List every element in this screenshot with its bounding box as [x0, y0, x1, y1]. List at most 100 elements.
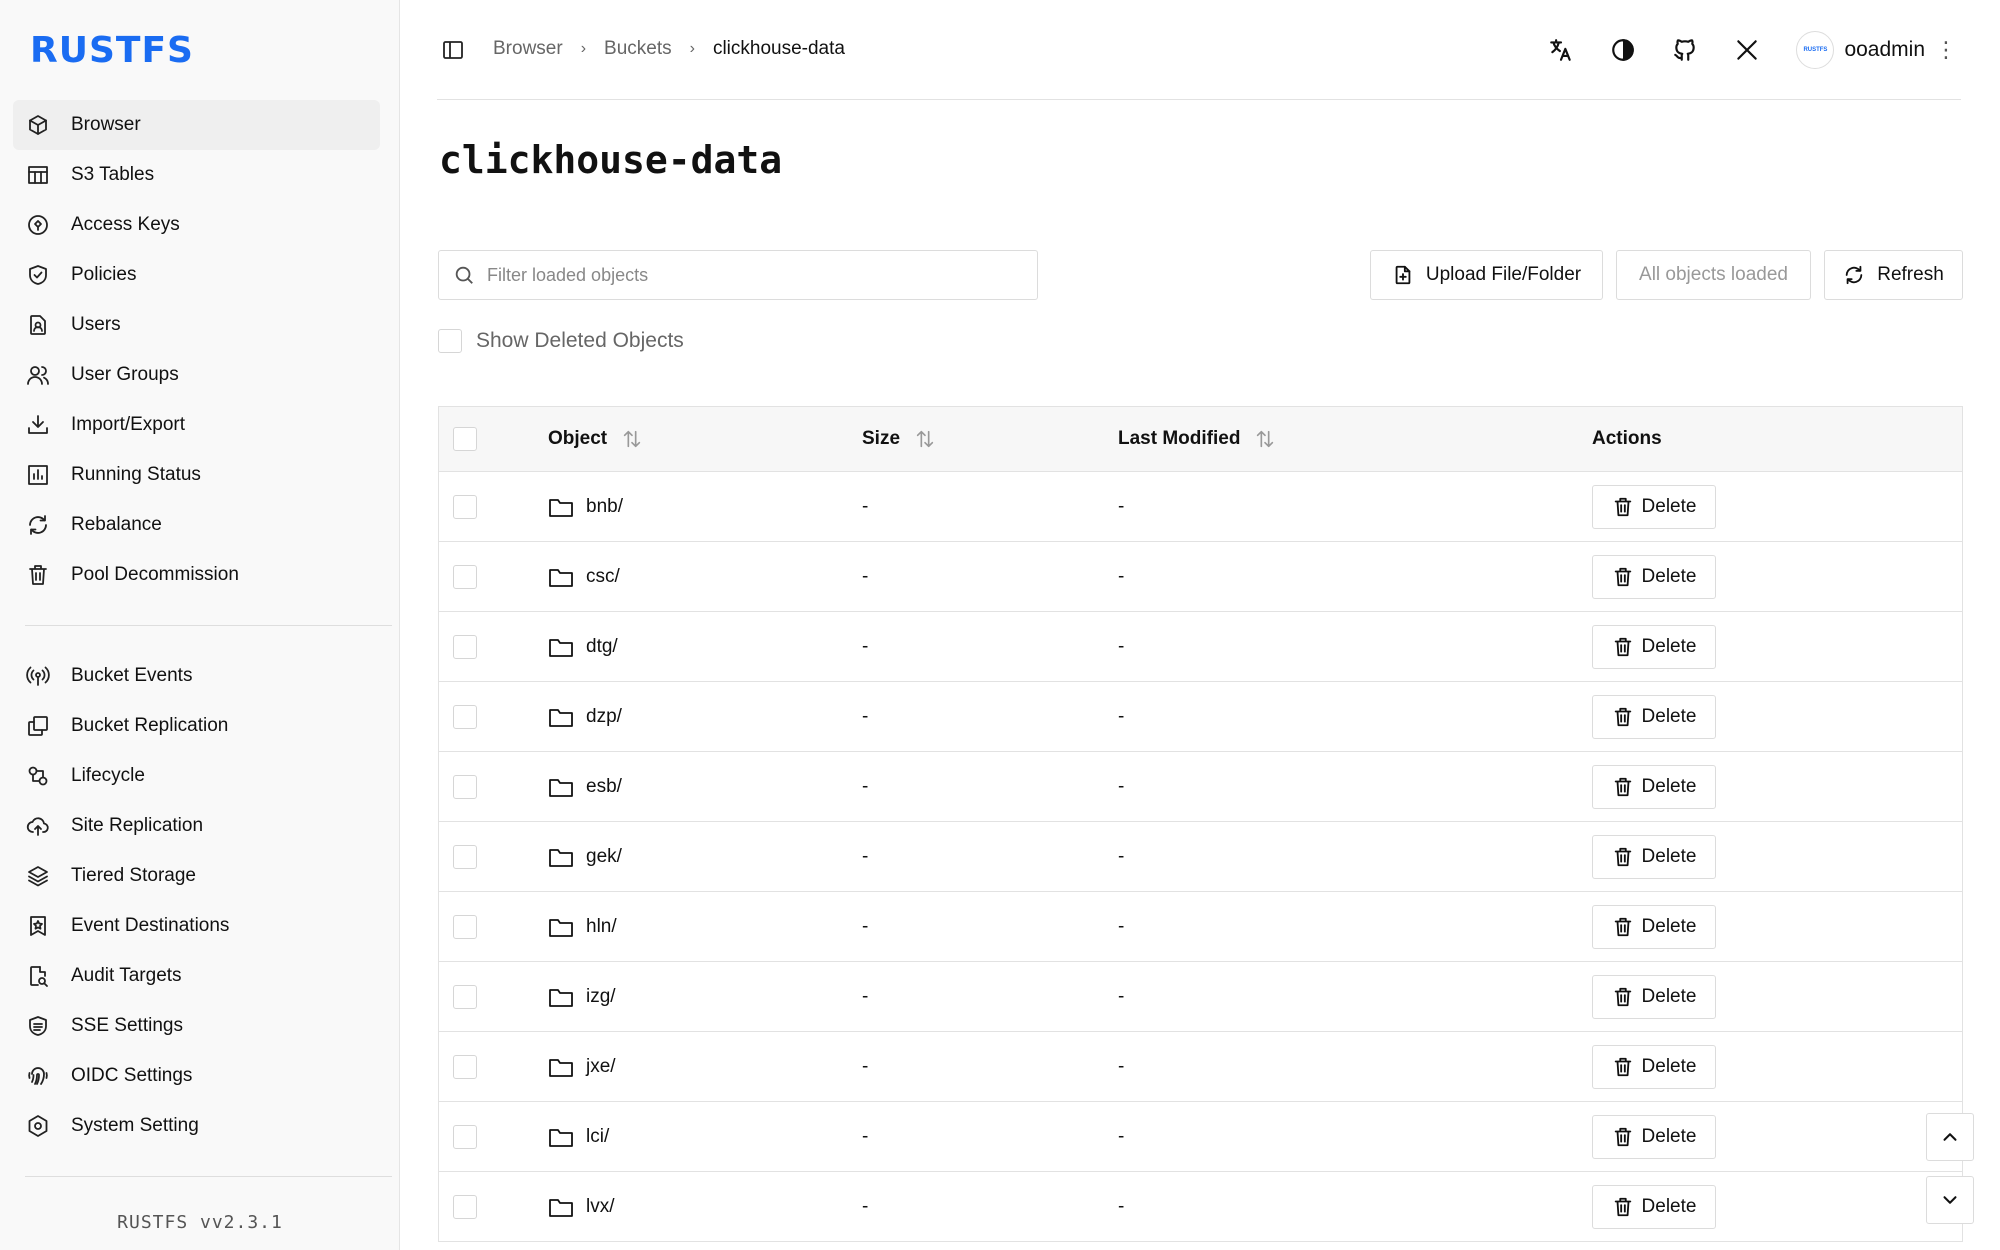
- avatar[interactable]: RUSTFS: [1796, 31, 1835, 69]
- object-cell[interactable]: hln/: [548, 892, 617, 961]
- row-checkbox[interactable]: [453, 774, 477, 799]
- object-cell[interactable]: dtg/: [548, 612, 618, 681]
- delete-button[interactable]: Delete: [1592, 1184, 1716, 1229]
- row-checkbox[interactable]: [453, 984, 477, 1009]
- select-all-checkbox[interactable]: [453, 427, 477, 451]
- row-checkbox[interactable]: [453, 564, 477, 589]
- delete-button[interactable]: Delete: [1592, 624, 1716, 669]
- row-checkbox[interactable]: [453, 1194, 477, 1219]
- x-icon[interactable]: [1716, 28, 1778, 72]
- sidebar-item-bucket-replication[interactable]: Bucket Replication: [13, 701, 380, 751]
- row-checkbox[interactable]: [453, 494, 477, 519]
- more-vertical-icon[interactable]: ⋮: [1931, 37, 1961, 63]
- sidebar-item-system-setting[interactable]: System Setting: [13, 1101, 380, 1151]
- object-name[interactable]: jxe/: [586, 1056, 616, 1078]
- show-deleted-toggle[interactable]: Show Deleted Objects: [438, 329, 684, 353]
- object-name[interactable]: lvx/: [586, 1196, 615, 1218]
- delete-button[interactable]: Delete: [1592, 764, 1716, 809]
- table-row[interactable]: izg/ - - Delete: [439, 962, 1962, 1032]
- row-checkbox[interactable]: [453, 844, 477, 869]
- row-checkbox[interactable]: [453, 914, 477, 939]
- sidebar-item-sse-settings[interactable]: SSE Settings: [13, 1001, 380, 1051]
- object-cell[interactable]: gek/: [548, 822, 622, 891]
- github-icon[interactable]: [1654, 28, 1716, 72]
- sidebar-item-import-export[interactable]: Import/Export: [13, 400, 380, 450]
- row-checkbox[interactable]: [453, 1054, 477, 1079]
- object-name[interactable]: dzp/: [586, 706, 622, 728]
- rustfs-logo[interactable]: RUSTFS: [30, 30, 194, 71]
- sidebar-item-access-keys[interactable]: Access Keys: [13, 200, 380, 250]
- table-row[interactable]: dzp/ - - Delete: [439, 682, 1962, 752]
- sidebar-item-lifecycle[interactable]: Lifecycle: [13, 751, 380, 801]
- object-name[interactable]: hln/: [586, 916, 617, 938]
- table-row[interactable]: jxe/ - - Delete: [439, 1032, 1962, 1102]
- refresh-button[interactable]: Refresh: [1824, 250, 1963, 300]
- object-name[interactable]: csc/: [586, 566, 620, 588]
- table-row[interactable]: lvx/ - - Delete: [439, 1172, 1962, 1242]
- sidebar-item-audit-targets[interactable]: Audit Targets: [13, 951, 380, 1001]
- sidebar-item-bucket-events[interactable]: Bucket Events: [13, 651, 380, 701]
- upload-button[interactable]: Upload File/Folder: [1370, 250, 1603, 300]
- delete-button[interactable]: Delete: [1592, 904, 1716, 949]
- sidebar-toggle-icon[interactable]: [441, 38, 467, 62]
- delete-button[interactable]: Delete: [1592, 834, 1716, 879]
- delete-button[interactable]: Delete: [1592, 974, 1716, 1019]
- table-row[interactable]: esb/ - - Delete: [439, 752, 1962, 822]
- object-cell[interactable]: bnb/: [548, 472, 623, 541]
- sort-icon[interactable]: [914, 428, 936, 450]
- row-checkbox[interactable]: [453, 1124, 477, 1149]
- object-name[interactable]: izg/: [586, 986, 616, 1008]
- header-last-modified[interactable]: Last Modified: [1118, 407, 1276, 471]
- sidebar-item-site-replication[interactable]: Site Replication: [13, 801, 380, 851]
- delete-button[interactable]: Delete: [1592, 1044, 1716, 1089]
- sidebar-item-rebalance[interactable]: Rebalance: [13, 500, 380, 550]
- sidebar-item-pool-decommission[interactable]: Pool Decommission: [13, 550, 380, 600]
- sort-icon[interactable]: [621, 428, 643, 450]
- delete-button[interactable]: Delete: [1592, 484, 1716, 529]
- object-cell[interactable]: dzp/: [548, 682, 622, 751]
- object-name[interactable]: bnb/: [586, 496, 623, 518]
- sidebar-item-policies[interactable]: Policies: [13, 250, 380, 300]
- object-name[interactable]: esb/: [586, 776, 622, 798]
- translate-icon[interactable]: [1530, 28, 1592, 72]
- table-row[interactable]: lci/ - - Delete: [439, 1102, 1962, 1172]
- scroll-down-button[interactable]: [1926, 1176, 1974, 1224]
- sidebar-item-tiered-storage[interactable]: Tiered Storage: [13, 851, 380, 901]
- sidebar-item-running-status[interactable]: Running Status: [13, 450, 380, 500]
- object-cell[interactable]: lci/: [548, 1102, 609, 1171]
- theme-icon[interactable]: [1592, 28, 1654, 72]
- header-object[interactable]: Object: [548, 407, 643, 471]
- object-cell[interactable]: csc/: [548, 542, 620, 611]
- all-loaded-button[interactable]: All objects loaded: [1616, 250, 1811, 300]
- object-cell[interactable]: esb/: [548, 752, 622, 821]
- row-checkbox[interactable]: [453, 634, 477, 659]
- row-checkbox[interactable]: [453, 704, 477, 729]
- breadcrumb-buckets[interactable]: Buckets: [604, 38, 672, 60]
- show-deleted-checkbox[interactable]: [438, 329, 462, 353]
- table-row[interactable]: csc/ - - Delete: [439, 542, 1962, 612]
- table-row[interactable]: bnb/ - - Delete: [439, 472, 1962, 542]
- sidebar-item-users[interactable]: Users: [13, 300, 380, 350]
- object-cell[interactable]: jxe/: [548, 1032, 616, 1101]
- object-name[interactable]: lci/: [586, 1126, 609, 1148]
- username[interactable]: ooadmin: [1844, 38, 1925, 62]
- table-row[interactable]: dtg/ - - Delete: [439, 612, 1962, 682]
- filter-input[interactable]: [487, 264, 1027, 286]
- sidebar-item-s3-tables[interactable]: S3 Tables: [13, 150, 380, 200]
- sidebar-item-event-destinations[interactable]: Event Destinations: [13, 901, 380, 951]
- sidebar-item-user-groups[interactable]: User Groups: [13, 350, 380, 400]
- breadcrumb-browser[interactable]: Browser: [493, 38, 563, 60]
- table-row[interactable]: gek/ - - Delete: [439, 822, 1962, 892]
- delete-button[interactable]: Delete: [1592, 1114, 1716, 1159]
- table-row[interactable]: hln/ - - Delete: [439, 892, 1962, 962]
- object-name[interactable]: gek/: [586, 846, 622, 868]
- sidebar-item-oidc-settings[interactable]: OIDC Settings: [13, 1051, 380, 1101]
- delete-button[interactable]: Delete: [1592, 554, 1716, 599]
- object-cell[interactable]: izg/: [548, 962, 616, 1031]
- object-cell[interactable]: lvx/: [548, 1172, 615, 1241]
- scroll-up-button[interactable]: [1926, 1113, 1974, 1161]
- sort-icon[interactable]: [1254, 428, 1276, 450]
- object-name[interactable]: dtg/: [586, 636, 618, 658]
- sidebar-item-browser[interactable]: Browser: [13, 100, 380, 150]
- header-size[interactable]: Size: [862, 407, 936, 471]
